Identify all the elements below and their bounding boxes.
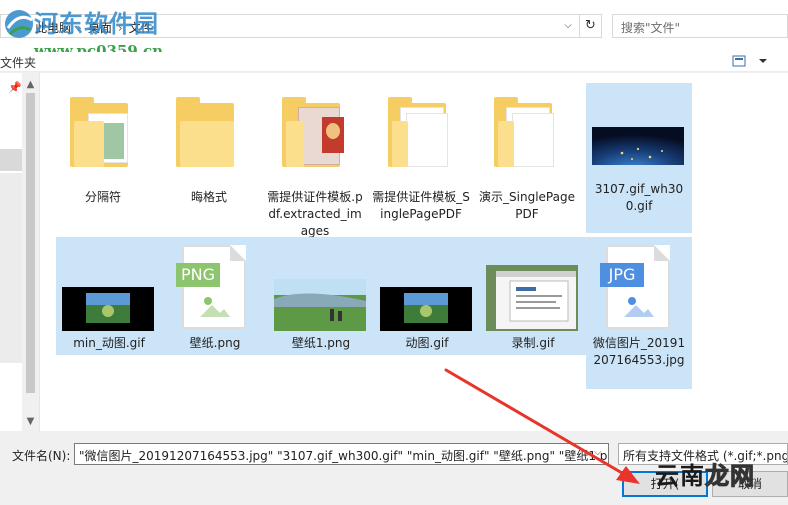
file-item-image[interactable]: 动图.gif xyxy=(374,237,480,355)
file-item-folder[interactable]: 需提供证件模板_SinglePagePDF xyxy=(368,81,474,231)
watermark-text-b: 龙网 xyxy=(705,462,755,491)
file-name: 需提供证件模板_SinglePagePDF xyxy=(372,190,470,221)
file-name: min_动图.gif xyxy=(73,336,145,350)
pin-icon[interactable]: 📌 xyxy=(8,81,22,94)
navigation-pane: 📌 ▲ ▼ xyxy=(0,73,40,431)
watermark-text-a: 云南 xyxy=(655,462,705,490)
png-file-icon: PNG xyxy=(176,245,246,329)
nav-item-selected[interactable] xyxy=(0,149,22,171)
file-name: 需提供证件模板.pdf.extracted_images xyxy=(267,190,363,238)
toolbar-folder-label[interactable]: 文件夹 xyxy=(0,54,36,71)
file-item-jpg[interactable]: JPG 微信图片_20191207164553.jpg xyxy=(586,237,692,389)
image-thumbnail xyxy=(486,265,578,331)
image-placeholder-icon xyxy=(200,297,230,317)
refresh-icon: ↻ xyxy=(585,18,596,33)
file-name: 晦格式 xyxy=(190,190,227,204)
file-item-folder[interactable]: 演示_SinglePagePDF xyxy=(474,81,580,231)
folder-icon xyxy=(50,81,156,171)
jpg-file-icon: JPG xyxy=(600,245,670,329)
chevron-down-icon[interactable]: ⌵ xyxy=(594,447,602,458)
view-options-button[interactable] xyxy=(731,53,771,69)
search-input[interactable]: 搜索"文件" xyxy=(612,14,788,38)
filename-label: 文件名(N): xyxy=(12,449,71,463)
file-item-image[interactable]: min_动图.gif xyxy=(56,237,162,355)
file-name: 动图.gif xyxy=(405,336,449,350)
file-name: 演示_SinglePagePDF xyxy=(479,190,575,221)
file-name: 微信图片_20191207164553.jpg xyxy=(592,336,686,367)
file-item-png[interactable]: PNG 壁纸.png xyxy=(162,237,268,355)
corner-watermark: 云南龙网 xyxy=(655,456,755,491)
file-item-folder[interactable]: 分隔符 xyxy=(50,81,156,231)
folder-icon xyxy=(474,81,580,171)
scroll-up-icon[interactable]: ▲ xyxy=(22,79,39,90)
image-thumbnail xyxy=(380,287,472,331)
refresh-button[interactable]: ↻ xyxy=(580,14,602,38)
file-name: 壁纸.png xyxy=(189,336,241,350)
file-item-folder[interactable]: 需提供证件模板.pdf.extracted_images xyxy=(262,81,368,238)
file-item-image[interactable]: 3107.gif_wh300.gif xyxy=(586,83,692,233)
file-item-image[interactable]: 壁纸1.png xyxy=(268,237,374,355)
filename-input[interactable]: "微信图片_20191207164553.jpg" "3107.gif_wh30… xyxy=(74,443,609,465)
nav-item-group[interactable] xyxy=(0,173,22,363)
file-list: 分隔符 晦格式 需提供证件模板.pdf.extracted_images 需提供… xyxy=(40,73,788,431)
file-item-folder[interactable]: 晦格式 xyxy=(156,81,262,231)
scroll-thumb[interactable] xyxy=(26,93,35,393)
folder-icon xyxy=(262,81,368,171)
file-name: 录制.gif xyxy=(511,336,555,350)
image-thumbnail xyxy=(274,279,366,331)
image-placeholder-icon xyxy=(624,297,654,317)
folder-icon xyxy=(156,81,262,171)
scroll-down-icon[interactable]: ▼ xyxy=(22,416,39,427)
file-name: 分隔符 xyxy=(84,190,121,204)
folder-icon xyxy=(368,81,474,171)
image-thumbnail xyxy=(62,287,154,331)
file-item-image[interactable]: 录制.gif xyxy=(480,237,586,355)
watermark-site-name: 河东软件园 xyxy=(34,9,159,38)
file-name: 壁纸1.png xyxy=(291,336,351,350)
file-name: 3107.gif_wh300.gif xyxy=(594,182,684,213)
image-thumbnail xyxy=(592,127,684,165)
nav-scrollbar[interactable]: ▲ ▼ xyxy=(22,73,39,431)
chevron-down-icon[interactable]: ⌵ xyxy=(561,19,575,33)
toolbar: 文件夹 xyxy=(0,52,788,72)
site-logo-icon xyxy=(5,10,33,38)
